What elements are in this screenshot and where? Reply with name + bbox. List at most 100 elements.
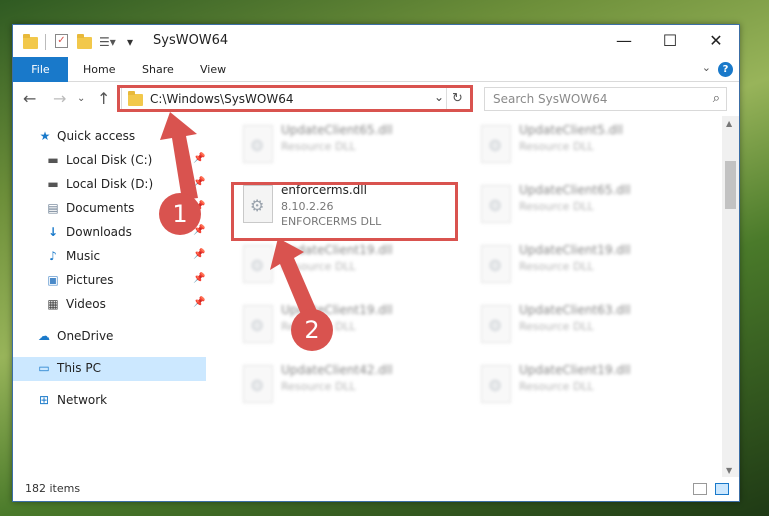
recent-locations-icon[interactable]: ⌄ [77,93,85,104]
sidebar-item-label: Pictures [66,273,114,287]
star-icon: ★ [39,129,51,143]
maximize-button[interactable]: ☐ [647,25,693,57]
vertical-scrollbar[interactable]: ▲ ▼ [722,116,739,478]
sidebar-item-label: OneDrive [57,329,114,343]
file-list: UpdateClient65.dll Resource DLL UpdateCl… [223,116,723,478]
tab-file[interactable]: File [13,57,68,82]
music-icon: ♪ [49,249,57,263]
file-item[interactable]: UpdateClient19.dll Resource DLL [471,359,701,413]
toolbar-dropdown-icon[interactable]: ▾ [127,34,133,50]
drive-icon: ▬ [47,153,59,167]
file-item[interactable]: UpdateClient65.dll Resource DLL [233,119,463,173]
file-highlight [231,182,458,241]
dll-file-icon [481,125,511,163]
pin-icon[interactable]: 📌 [193,273,205,284]
sidebar-item-this-pc[interactable]: ▭ This PC [13,357,206,381]
file-item[interactable]: UpdateClient65.dll Resource DLL [471,179,701,233]
ribbon: File Home Share View ⌄ ? [13,57,739,82]
sidebar-item-label: This PC [57,361,101,375]
file-name: UpdateClient19.dll [519,363,631,377]
scrollbar-thumb[interactable] [725,161,736,209]
documents-icon: ▤ [47,201,59,215]
sidebar-item-label: Documents [66,201,135,215]
sidebar-item-music[interactable]: ♪ Music 📌 [13,245,206,269]
pin-icon[interactable]: 📌 [193,177,205,188]
search-box[interactable]: Search SysWOW64 ⌕ [484,87,727,111]
close-button[interactable]: ✕ [693,25,739,57]
sidebar-item-label: Local Disk (C:) [66,153,153,167]
dll-file-icon [243,365,273,403]
sidebar-item-label: Network [57,393,108,407]
sidebar-item-quick-access[interactable]: ★ Quick access [13,125,206,149]
sidebar-item-label: Videos [66,297,106,311]
sidebar-item-label: Downloads [66,225,132,239]
navigation-pane: ★ Quick access ▬ Local Disk (C:) 📌 ▬ Loc… [13,121,206,477]
details-view-icon[interactable] [693,483,707,495]
window-title: SysWOW64 [153,33,229,48]
forward-arrow-icon[interactable]: → [53,89,66,108]
sidebar-item-label: Music [66,249,101,263]
tiles-view-icon[interactable] [715,483,729,495]
sidebar-item-pictures[interactable]: ▣ Pictures 📌 [13,269,206,293]
divider [45,34,46,50]
sidebar-item-local-disk-c[interactable]: ▬ Local Disk (C:) 📌 [13,149,206,173]
cloud-icon: ☁ [38,329,50,343]
sidebar-item-onedrive[interactable]: ☁ OneDrive [13,325,206,349]
expand-ribbon-icon[interactable]: ⌄ [702,61,711,74]
pin-icon[interactable]: 📌 [193,153,205,164]
pin-icon[interactable]: 📌 [193,249,205,260]
file-item[interactable]: UpdateClient42.dll Resource DLL [233,359,463,413]
minimize-button[interactable]: — [601,25,647,57]
videos-icon: ▦ [47,297,59,311]
tab-home[interactable]: Home [83,57,115,82]
file-type: Resource DLL [519,200,594,213]
help-icon[interactable]: ? [718,62,733,77]
download-icon: ↓ [47,225,59,239]
pictures-icon: ▣ [47,273,59,287]
file-item[interactable]: UpdateClient19.dll Resource DLL [233,299,463,353]
file-name: UpdateClient19.dll [519,243,631,257]
sidebar-item-network[interactable]: ⊞ Network [13,389,206,413]
pin-icon[interactable]: 📌 [193,297,205,308]
file-item[interactable]: UpdateClient5.dll Resource DLL [471,119,701,173]
file-item[interactable]: UpdateClient19.dll Resource DLL [233,239,463,293]
search-icon[interactable]: ⌕ [713,91,720,106]
sidebar-item-label: Quick access [57,129,136,143]
up-arrow-icon[interactable]: ↑ [97,89,110,108]
scroll-down-icon[interactable]: ▼ [726,466,732,475]
status-bar: 182 items [13,477,739,501]
file-type: Resource DLL [519,140,594,153]
step-1-badge: 1 [159,193,201,235]
scroll-up-icon[interactable]: ▲ [726,119,732,128]
title-bar: ✓ ☰▾ ▾ SysWOW64 — ☐ ✕ [13,25,739,57]
file-item[interactable]: UpdateClient63.dll Resource DLL [471,299,701,353]
sidebar-item-label: Local Disk (D:) [66,177,154,191]
dll-file-icon [481,305,511,343]
step-2-badge: 2 [291,309,333,351]
network-icon: ⊞ [38,393,50,407]
file-name: UpdateClient42.dll [281,363,393,377]
customize-toolbar-icon[interactable]: ☰▾ [99,34,116,50]
properties-icon[interactable]: ✓ [55,34,68,48]
item-count: 182 items [25,482,81,495]
sidebar-item-videos[interactable]: ▦ Videos 📌 [13,293,206,317]
file-name: UpdateClient63.dll [519,303,631,317]
file-name: UpdateClient65.dll [281,123,393,137]
dll-file-icon [481,365,511,403]
dll-file-icon [243,305,273,343]
search-input[interactable]: Search SysWOW64 [493,92,607,106]
file-type: Resource DLL [281,260,356,273]
file-type: Resource DLL [519,260,594,273]
file-name: UpdateClient19.dll [281,243,393,257]
back-arrow-icon[interactable]: ← [23,89,36,108]
file-type: Resource DLL [519,320,594,333]
dll-file-icon [243,245,273,283]
file-name: UpdateClient65.dll [519,183,631,197]
tab-share[interactable]: Share [142,57,174,82]
file-name: UpdateClient5.dll [519,123,623,137]
file-item[interactable]: UpdateClient19.dll Resource DLL [471,239,701,293]
dll-file-icon [481,245,511,283]
file-type: Resource DLL [519,380,594,393]
dll-file-icon [481,185,511,223]
tab-view[interactable]: View [200,57,226,82]
